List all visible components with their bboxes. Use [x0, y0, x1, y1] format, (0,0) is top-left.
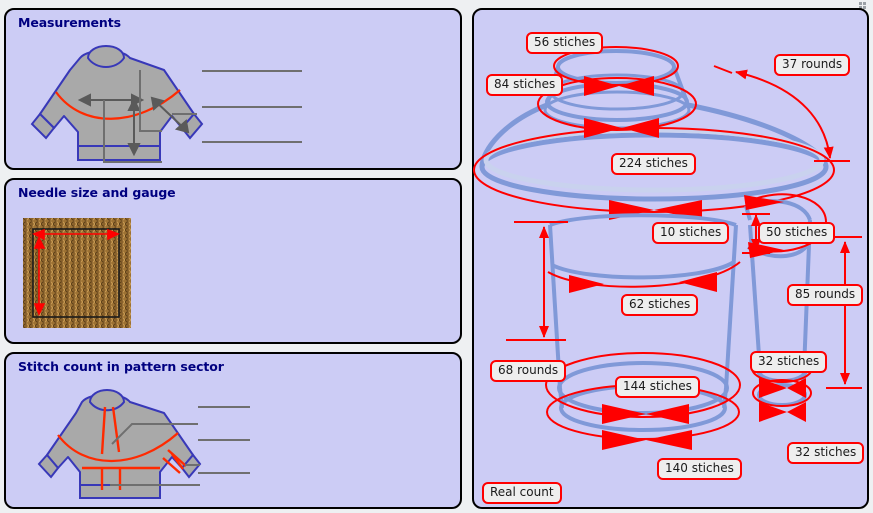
leader-line-bust — [202, 141, 302, 143]
panel-measurements: Measurements — [4, 8, 462, 170]
tag-sleeve-rounds: 85 rounds — [787, 284, 864, 306]
tag-neck-stitches: 56 stiches — [526, 32, 604, 54]
leader-line-body-pattern — [198, 472, 250, 474]
gauge-swatch-image — [23, 218, 131, 328]
panel-needle-gauge-title: Needle size and gauge — [18, 185, 176, 200]
sweater-measurements-illustration — [12, 36, 204, 166]
tag-sleeve-cuff-stitches: 32 stiches — [787, 442, 865, 464]
tag-yoke-rounds: 37 rounds — [774, 54, 851, 76]
tag-underarm-stitches: 10 stiches — [652, 222, 730, 244]
panel-pattern-stitch-count: Stitch count in pattern sector — [4, 352, 462, 509]
panel-measurements-title: Measurements — [18, 15, 121, 30]
tag-body-hem-stitches: 140 stiches — [657, 458, 742, 480]
leader-line-sleeve — [202, 106, 302, 108]
tag-yoke-lower-stitches: 224 stiches — [611, 153, 696, 175]
tag-sleeve-cuff-upper-stitches: 32 stiches — [750, 351, 828, 373]
tag-sleeve-top-stitches: 50 stiches — [758, 222, 836, 244]
app-root: Measurements Needle size and gauge Stitc… — [0, 0, 873, 513]
leader-line-sleeve-pattern — [198, 439, 250, 441]
leader-line-yoke-pattern — [198, 406, 250, 408]
tag-body-hem-upper-stitches: 144 stiches — [615, 376, 700, 398]
tag-yoke-upper-stitches: 84 stiches — [486, 74, 564, 96]
sweater-pattern-illustration — [20, 380, 202, 505]
tag-body-top-stitches: 62 stiches — [621, 294, 699, 316]
panel-pattern-stitch-count-title: Stitch count in pattern sector — [18, 359, 224, 374]
tag-real-count: Real count — [482, 482, 562, 504]
panel-schematic-diagram: 56 stiches 84 stiches 37 rounds 224 stic… — [472, 8, 869, 509]
leader-line-length — [202, 70, 302, 72]
tag-body-rounds: 68 rounds — [490, 360, 567, 382]
